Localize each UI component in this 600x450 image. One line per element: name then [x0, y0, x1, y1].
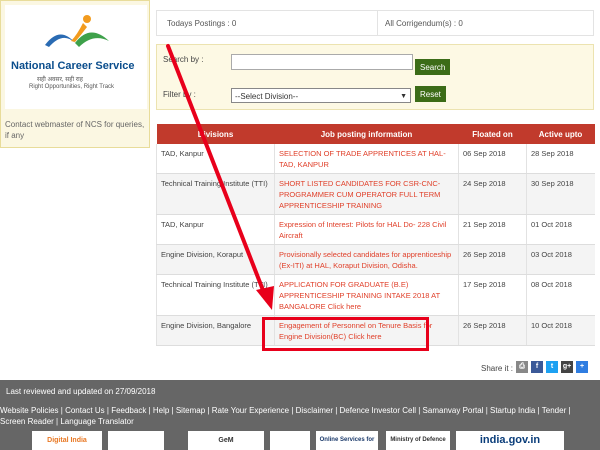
- job-link[interactable]: Expression of Interest: Pilots for HAL D…: [274, 214, 459, 245]
- floated-date: 26 Sep 2018: [458, 315, 527, 346]
- division-cell: TAD, Kanpur: [156, 214, 275, 245]
- india-gov-logo[interactable]: india.gov.in: [456, 431, 564, 450]
- emblem-logo[interactable]: [108, 431, 164, 450]
- footer-link[interactable]: Help: [153, 406, 169, 415]
- all-corrigendum: All Corrigendum(s) : 0: [385, 19, 463, 28]
- footer-link[interactable]: Tender: [542, 406, 566, 415]
- contact-note: Contact webmaster of NCS for queries, if…: [5, 120, 145, 140]
- search-label: Search by :: [163, 55, 204, 64]
- todays-postings: Todays Postings : 0: [167, 19, 237, 28]
- job-postings-table: Divisions Job posting information Floate…: [156, 124, 595, 346]
- seal-logo[interactable]: [270, 431, 310, 450]
- floated-date: 06 Sep 2018: [458, 144, 527, 174]
- column-header-job-info: Job posting information: [274, 124, 459, 144]
- voters-services-logo[interactable]: Online Services for VOTERS: [316, 431, 378, 450]
- footer-link[interactable]: Sitemap: [176, 406, 205, 415]
- job-link[interactable]: SHORT LISTED CANDIDATES FOR CSR-CNC-PROG…: [274, 173, 459, 215]
- footer-links: Website Policies | Contact Us | Feedback…: [0, 405, 598, 427]
- footer-link[interactable]: Disclaimer: [296, 406, 333, 415]
- footer-link[interactable]: Website Policies: [0, 406, 59, 415]
- chevron-down-icon: ▼: [400, 93, 407, 100]
- active-date: 10 Oct 2018: [526, 315, 595, 346]
- filter-panel: Search by : Search Filter by : --Select …: [156, 44, 594, 110]
- footer: Last reviewed and updated on 27/09/2018 …: [0, 380, 600, 450]
- search-button[interactable]: Search: [415, 59, 451, 75]
- footer-link[interactable]: Rate Your Experience: [212, 406, 289, 415]
- division-select[interactable]: --Select Division-- ▼: [231, 88, 411, 103]
- footer-link-separator: |: [566, 406, 571, 415]
- division-cell: Technical Training Institute (TTI): [156, 274, 275, 316]
- floated-date: 17 Sep 2018: [458, 274, 527, 316]
- active-date: 30 Sep 2018: [526, 173, 595, 215]
- division-cell: Engine Division, Koraput: [156, 244, 275, 275]
- brand-name: National Career Service: [11, 60, 135, 72]
- stats-divider: [377, 11, 378, 35]
- column-header-floated-on: Floated on: [458, 124, 527, 144]
- floated-date: 21 Sep 2018: [458, 214, 527, 245]
- table-row: Technical Training Institute (TTI) APPLI…: [156, 274, 595, 316]
- google-plus-icon[interactable]: g+: [561, 361, 573, 373]
- division-select-value: --Select Division--: [235, 92, 299, 101]
- division-cell: Engine Division, Bangalore: [156, 315, 275, 346]
- table-row: TAD, Kanpur Expression of Interest: Pilo…: [156, 214, 595, 245]
- ncs-logo[interactable]: National Career Service सही अवसर, सही रा…: [5, 5, 147, 109]
- table-row: Technical Training Institute (TTI) SHORT…: [156, 173, 595, 215]
- active-date: 08 Oct 2018: [526, 274, 595, 316]
- share-label: Share it :: [481, 364, 514, 373]
- floated-date: 24 Sep 2018: [458, 173, 527, 215]
- floated-date: 26 Sep 2018: [458, 244, 527, 275]
- last-updated: Last reviewed and updated on 27/09/2018: [6, 387, 156, 396]
- sidebar-panel: National Career Service सही अवसर, सही रा…: [0, 0, 150, 148]
- table-row: Engine Division, Koraput Provisionally s…: [156, 244, 595, 275]
- active-date: 28 Sep 2018: [526, 144, 595, 174]
- filter-label: Filter by :: [163, 90, 196, 99]
- footer-link[interactable]: Samanvay Portal: [423, 406, 484, 415]
- division-cell: TAD, Kanpur: [156, 144, 275, 174]
- footer-link[interactable]: Contact Us: [65, 406, 105, 415]
- facebook-icon[interactable]: f: [531, 361, 543, 373]
- more-share-icon[interactable]: +: [576, 361, 588, 373]
- footer-link[interactable]: Language Translator: [60, 417, 133, 426]
- table-header-row: Divisions Job posting information Floate…: [156, 124, 595, 144]
- active-date: 03 Oct 2018: [526, 244, 595, 275]
- job-link[interactable]: Provisionally selected candidates for ap…: [274, 244, 459, 275]
- digital-india-logo[interactable]: Digital India: [32, 431, 102, 450]
- stats-bar: Todays Postings : 0 All Corrigendum(s) :…: [156, 10, 594, 36]
- table-row: TAD, Kanpur SELECTION OF TRADE APPRENTIC…: [156, 144, 595, 174]
- column-header-active-upto: Active upto: [526, 124, 595, 144]
- job-link[interactable]: APPLICATION FOR GRADUATE (B.E) APPRENTIC…: [274, 274, 459, 316]
- footer-link[interactable]: Startup India: [490, 406, 535, 415]
- brand-tagline: Right Opportunities, Right Track: [29, 84, 115, 90]
- annotation-highlight-box: [262, 317, 429, 351]
- column-header-divisions: Divisions: [156, 124, 275, 144]
- footer-link[interactable]: Screen Reader: [0, 417, 54, 426]
- ncs-emblem-icon: [45, 15, 109, 47]
- print-icon[interactable]: ⎙: [516, 361, 528, 373]
- footer-logos: Digital India GeM Online Services for VO…: [0, 429, 600, 450]
- gem-logo[interactable]: GeM: [188, 431, 264, 450]
- division-cell: Technical Training Institute (TTI): [156, 173, 275, 215]
- brand-hindi-tagline: सही अवसर, सही राह: [37, 77, 83, 83]
- ministry-of-defence-logo[interactable]: Ministry of Defence: [386, 431, 450, 450]
- active-date: 01 Oct 2018: [526, 214, 595, 245]
- search-input[interactable]: [231, 54, 413, 70]
- twitter-icon[interactable]: t: [546, 361, 558, 373]
- job-link[interactable]: SELECTION OF TRADE APPRENTICES AT HAL-TA…: [274, 144, 459, 174]
- footer-link[interactable]: Feedback: [111, 406, 146, 415]
- reset-button[interactable]: Reset: [415, 86, 446, 102]
- footer-link[interactable]: Defence Investor Cell: [340, 406, 416, 415]
